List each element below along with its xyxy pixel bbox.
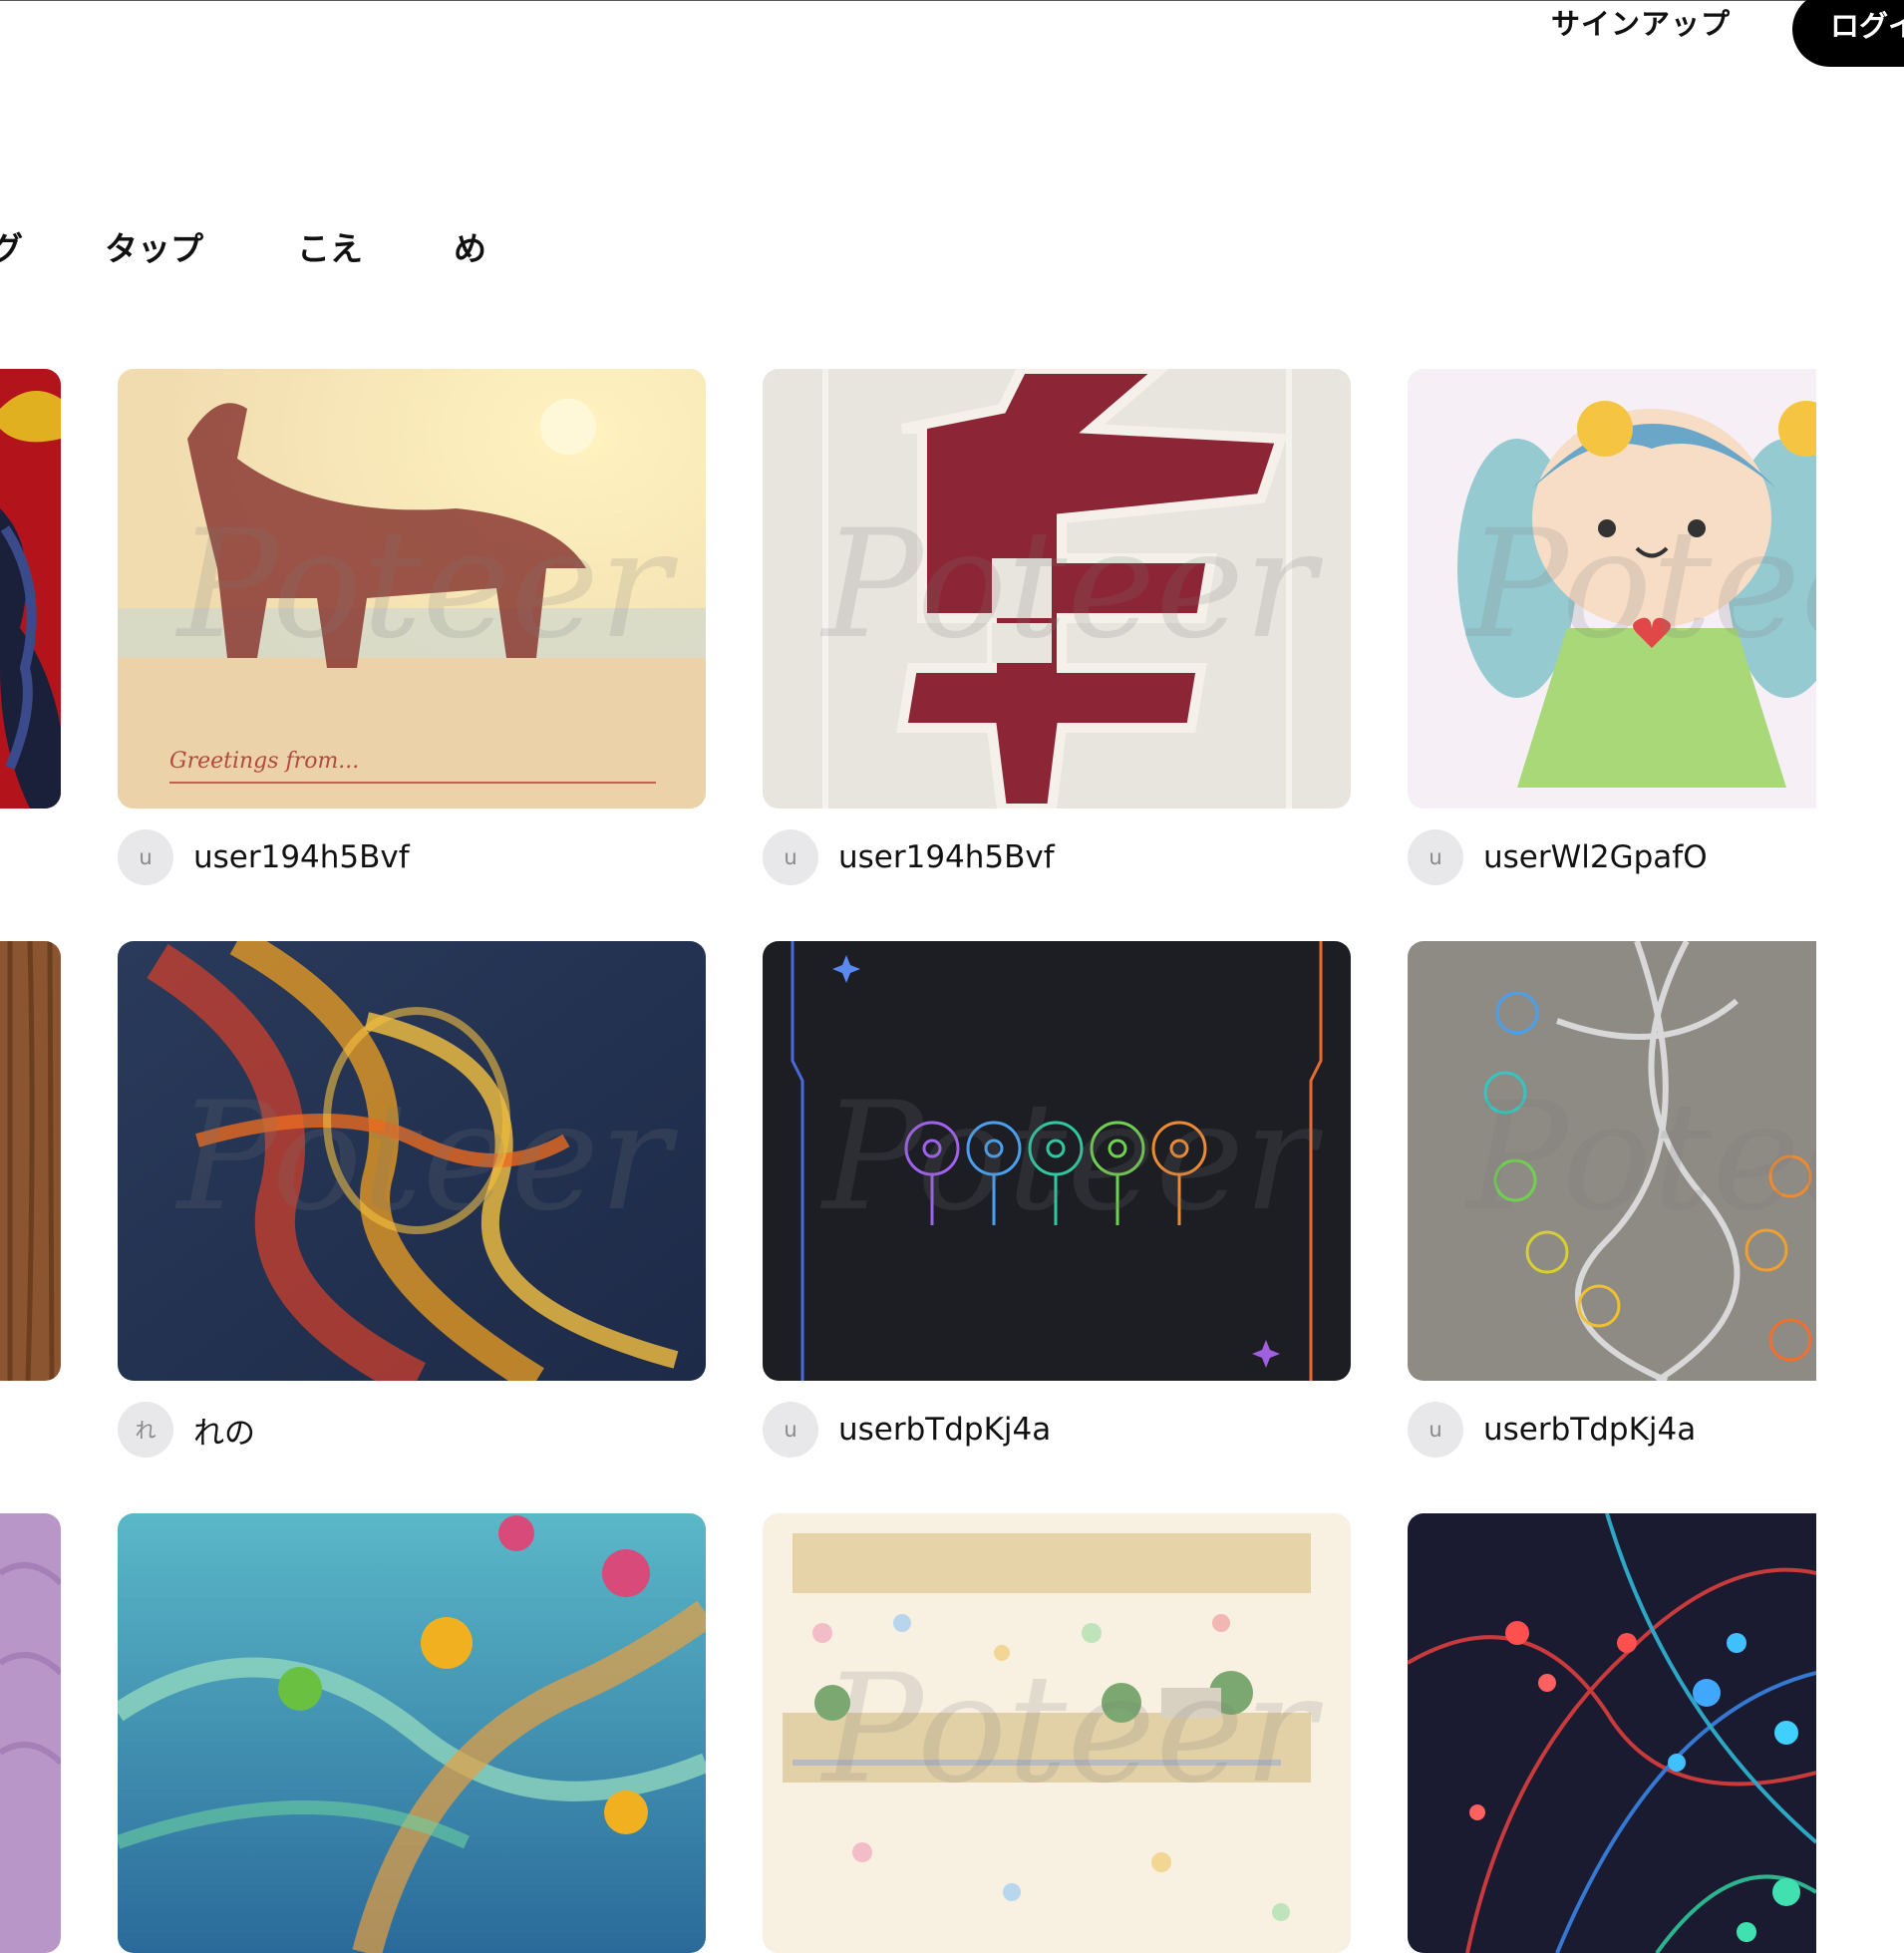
tab-partial[interactable]: グ (0, 227, 23, 271)
card-neon-flowers[interactable]: Poteer (763, 941, 1351, 1381)
card-image (763, 1513, 1351, 1953)
card-partial-row1[interactable] (0, 369, 61, 809)
card-author[interactable]: u user194h5Bvf (763, 829, 1055, 885)
card-author[interactable]: u userbTdpKj4a (1408, 1402, 1696, 1458)
top-border (0, 0, 1904, 1)
card-author[interactable]: れ れの (118, 1402, 255, 1458)
card-image (1408, 369, 1816, 809)
avatar: れ (118, 1402, 173, 1458)
card-image (0, 941, 61, 1381)
tab-tap[interactable]: タップ (105, 227, 203, 271)
card-image (0, 369, 61, 809)
card-image (763, 369, 1351, 809)
card-author[interactable]: u userbTdpKj4a (763, 1402, 1051, 1458)
login-button[interactable]: ログイ (1792, 0, 1904, 67)
card-flame-abstract[interactable]: Poteer (118, 941, 706, 1381)
tab-koe[interactable]: こえ (297, 227, 363, 271)
card-horse-postcard[interactable]: Greetings from... Poteer (118, 369, 706, 809)
card-image (1408, 1513, 1816, 1953)
card-image (763, 941, 1351, 1381)
avatar: u (1408, 1402, 1463, 1458)
username: userWl2GpafO (1483, 839, 1708, 875)
username: user194h5Bvf (193, 839, 410, 875)
postcard-caption: Greetings from... (169, 749, 359, 774)
avatar: u (1408, 829, 1463, 885)
username: user194h5Bvf (838, 839, 1055, 875)
signup-link[interactable]: サインアップ (1551, 4, 1731, 44)
card-neon-network[interactable] (1408, 1513, 1816, 1953)
avatar: u (763, 829, 818, 885)
card-image (1408, 941, 1816, 1381)
card-village-pattern[interactable]: Poteer (763, 1513, 1351, 1953)
card-author[interactable]: u user194h5Bvf (118, 829, 410, 885)
username: れの (193, 1415, 255, 1452)
tab-me[interactable]: め (454, 227, 486, 271)
card-silver-ribbons[interactable]: Poteer (1408, 941, 1816, 1381)
card-image: Greetings from... (118, 369, 706, 809)
avatar: u (763, 1402, 818, 1458)
card-image (118, 1513, 706, 1953)
card-image (118, 941, 706, 1381)
card-girl-illustration[interactable]: Poteer (1408, 369, 1816, 809)
username: userbTdpKj4a (838, 1412, 1052, 1448)
card-partial-row2[interactable] (0, 941, 61, 1381)
card-image (0, 1513, 61, 1953)
username: userbTdpKj4a (1483, 1412, 1697, 1448)
card-ocean-splash[interactable] (118, 1513, 706, 1953)
card-embroidered-kanji[interactable]: Poteer (763, 369, 1351, 809)
avatar: u (118, 829, 173, 885)
card-author[interactable]: u userWl2GpafO (1408, 829, 1708, 885)
card-partial-row3[interactable] (0, 1513, 61, 1953)
